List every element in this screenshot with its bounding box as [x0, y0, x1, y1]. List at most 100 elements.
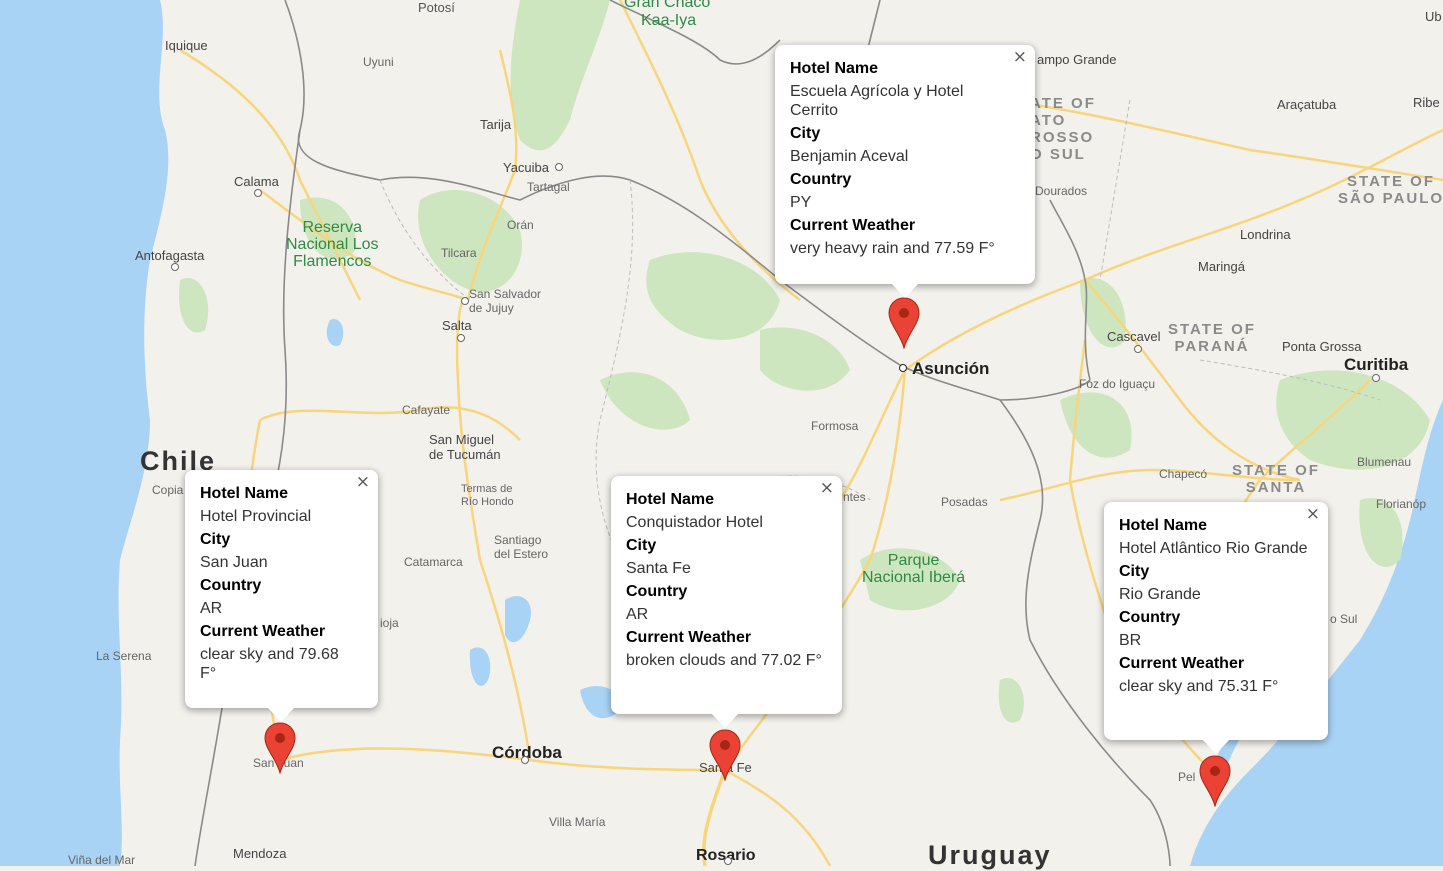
- label-ponta-grossa: Ponta Grossa: [1282, 339, 1362, 354]
- field-label: Country: [200, 577, 262, 594]
- label-la-serena: La Serena: [96, 649, 152, 663]
- close-icon[interactable]: ×: [1013, 49, 1027, 66]
- map-marker-pin[interactable]: [888, 297, 920, 349]
- city-dot: [457, 334, 465, 342]
- label-uyuni: Uyuni: [363, 55, 394, 69]
- label-porto-alegre: o Sul: [1330, 612, 1358, 626]
- label-villa-maria: Villa María: [549, 815, 606, 829]
- label-londrina: Londrina: [1240, 227, 1291, 242]
- label-curitiba: Curitiba: [1344, 355, 1409, 374]
- label-state-santa-catarina: STATE OF SANTA: [1232, 462, 1320, 496]
- country-value: AR: [626, 606, 649, 623]
- label-antofagasta: Antofagasta: [135, 248, 205, 263]
- info-window: × Hotel Name Hotel Provincial City San J…: [185, 470, 378, 722]
- field-label: Current Weather: [626, 629, 752, 646]
- label-salta: Salta: [442, 318, 472, 333]
- label-blumenau: Blumenau: [1357, 455, 1412, 469]
- label-chapeco: Chapecó: [1159, 467, 1208, 481]
- label-maringa: Maringá: [1198, 259, 1245, 274]
- weather-value: clear sky and 79.68 F°: [200, 646, 339, 682]
- close-icon[interactable]: ×: [1306, 506, 1320, 523]
- info-window: × Hotel Name Escuela Agrícola y Hotel Ce…: [775, 45, 1035, 298]
- field-label: Country: [626, 583, 688, 600]
- field-label: Current Weather: [200, 623, 326, 640]
- label-gran-chaco: Gran Chaco: [624, 0, 711, 11]
- city-value: Santa Fe: [626, 560, 691, 577]
- city-dot: [724, 857, 732, 865]
- hotel-name-value: Conquistador Hotel: [626, 514, 763, 531]
- label-potosi: Potosí: [418, 0, 455, 15]
- label-asuncion: Asunción: [912, 359, 990, 378]
- map-marker-pin[interactable]: [264, 722, 296, 774]
- map-marker-pin[interactable]: [709, 729, 741, 781]
- city-dot: [254, 189, 262, 197]
- country-value: AR: [200, 600, 223, 617]
- hotel-name-value: Escuela Agrícola y Hotel Cerrito: [790, 83, 964, 119]
- city-dot: [555, 163, 563, 171]
- capital-dot: [899, 364, 907, 372]
- field-label: City: [790, 125, 821, 142]
- close-icon[interactable]: ×: [356, 474, 370, 491]
- label-aracatuba: Araçatuba: [1277, 97, 1337, 112]
- weather-value: clear sky and 75.31 F°: [1119, 678, 1279, 695]
- info-window: × Hotel Name Conquistador Hotel City San…: [611, 476, 842, 728]
- city-value: San Juan: [200, 554, 268, 571]
- label-santiago-estero: Santiago del Estero: [494, 533, 549, 561]
- label-iquique: Iquique: [165, 38, 208, 53]
- field-label: Country: [1119, 609, 1181, 626]
- label-state-parana: STATE OF PARANÁ: [1168, 321, 1256, 355]
- label-florianopolis: Florianóp: [1376, 497, 1427, 511]
- close-icon[interactable]: ×: [820, 480, 834, 497]
- weather-value: broken clouds and 77.02 F°: [626, 652, 822, 669]
- label-san-salvador: San Salvador de Jujuy: [469, 287, 542, 315]
- field-label: Current Weather: [790, 217, 916, 234]
- country-value: BR: [1119, 632, 1142, 649]
- label-corrientes: ntes: [843, 490, 866, 504]
- hotel-name-value: Hotel Provincial: [200, 508, 312, 525]
- city-dot: [1134, 345, 1142, 353]
- label-state-sao-paulo: STATE OF SÃO PAULO: [1338, 173, 1443, 207]
- label-copiapo: Copia: [152, 483, 184, 497]
- label-tilcara: Tilcara: [441, 246, 477, 260]
- info-window: × Hotel Name Hotel Atlântico Rio Grande …: [1104, 502, 1328, 754]
- label-parque-ibera: Parque Nacional Iberá: [862, 552, 966, 586]
- label-termas: Termas de Río Hondo: [461, 483, 514, 508]
- hotel-name-value: Hotel Atlântico Rio Grande: [1119, 540, 1308, 557]
- country-value: PY: [790, 194, 812, 211]
- label-posadas: Posadas: [941, 495, 988, 509]
- label-foz-do-iguacu: Foz do Iguaçu: [1079, 377, 1156, 391]
- label-cafayate: Cafayate: [402, 403, 451, 417]
- field-label: Hotel Name: [790, 60, 879, 77]
- label-oran: Orán: [507, 218, 534, 232]
- field-label: City: [200, 531, 231, 548]
- field-label: City: [626, 537, 657, 554]
- city-dot: [461, 297, 469, 305]
- field-label: Hotel Name: [200, 485, 289, 502]
- label-reserva-los-flamencos: Reserva Nacional Los Flamencos: [286, 219, 379, 270]
- map-marker-pin[interactable]: [1199, 755, 1231, 807]
- label-ribeirao: Ribe: [1413, 95, 1440, 110]
- info-window-content: Hotel Name Conquistador Hotel City Santa…: [626, 490, 822, 670]
- field-label: Current Weather: [1119, 655, 1245, 672]
- city-value: Benjamin Aceval: [790, 148, 909, 165]
- label-formosa: Formosa: [811, 419, 859, 433]
- city-dot: [1372, 374, 1380, 382]
- info-window-content: Hotel Name Hotel Provincial City San Jua…: [200, 484, 358, 683]
- label-tartagal: Tartagal: [527, 180, 570, 194]
- label-uberlandia: Ub: [1425, 9, 1442, 24]
- field-label: Hotel Name: [1119, 517, 1208, 534]
- label-la-rioja: ioja: [380, 616, 399, 630]
- label-cascavel: Cascavel: [1107, 329, 1161, 344]
- label-san-miguel: San Miguel de Tucumán: [429, 432, 501, 462]
- info-window-content: Hotel Name Escuela Agrícola y Hotel Cerr…: [790, 59, 1015, 258]
- label-yacuiba: Yacuiba: [503, 160, 550, 175]
- label-state-mato-grosso: ATE OF ATO ROSSO O SUL: [1030, 95, 1096, 163]
- label-catamarca: Catamarca: [404, 555, 463, 569]
- info-window-content: Hotel Name Hotel Atlântico Rio Grande Ci…: [1119, 516, 1308, 696]
- label-mendoza: Mendoza: [233, 846, 287, 861]
- weather-value: very heavy rain and 77.59 F°: [790, 240, 995, 257]
- field-label: City: [1119, 563, 1150, 580]
- field-label: Hotel Name: [626, 491, 715, 508]
- city-dot: [521, 756, 529, 764]
- label-kaa-iya: Kaa-Iya: [641, 12, 697, 29]
